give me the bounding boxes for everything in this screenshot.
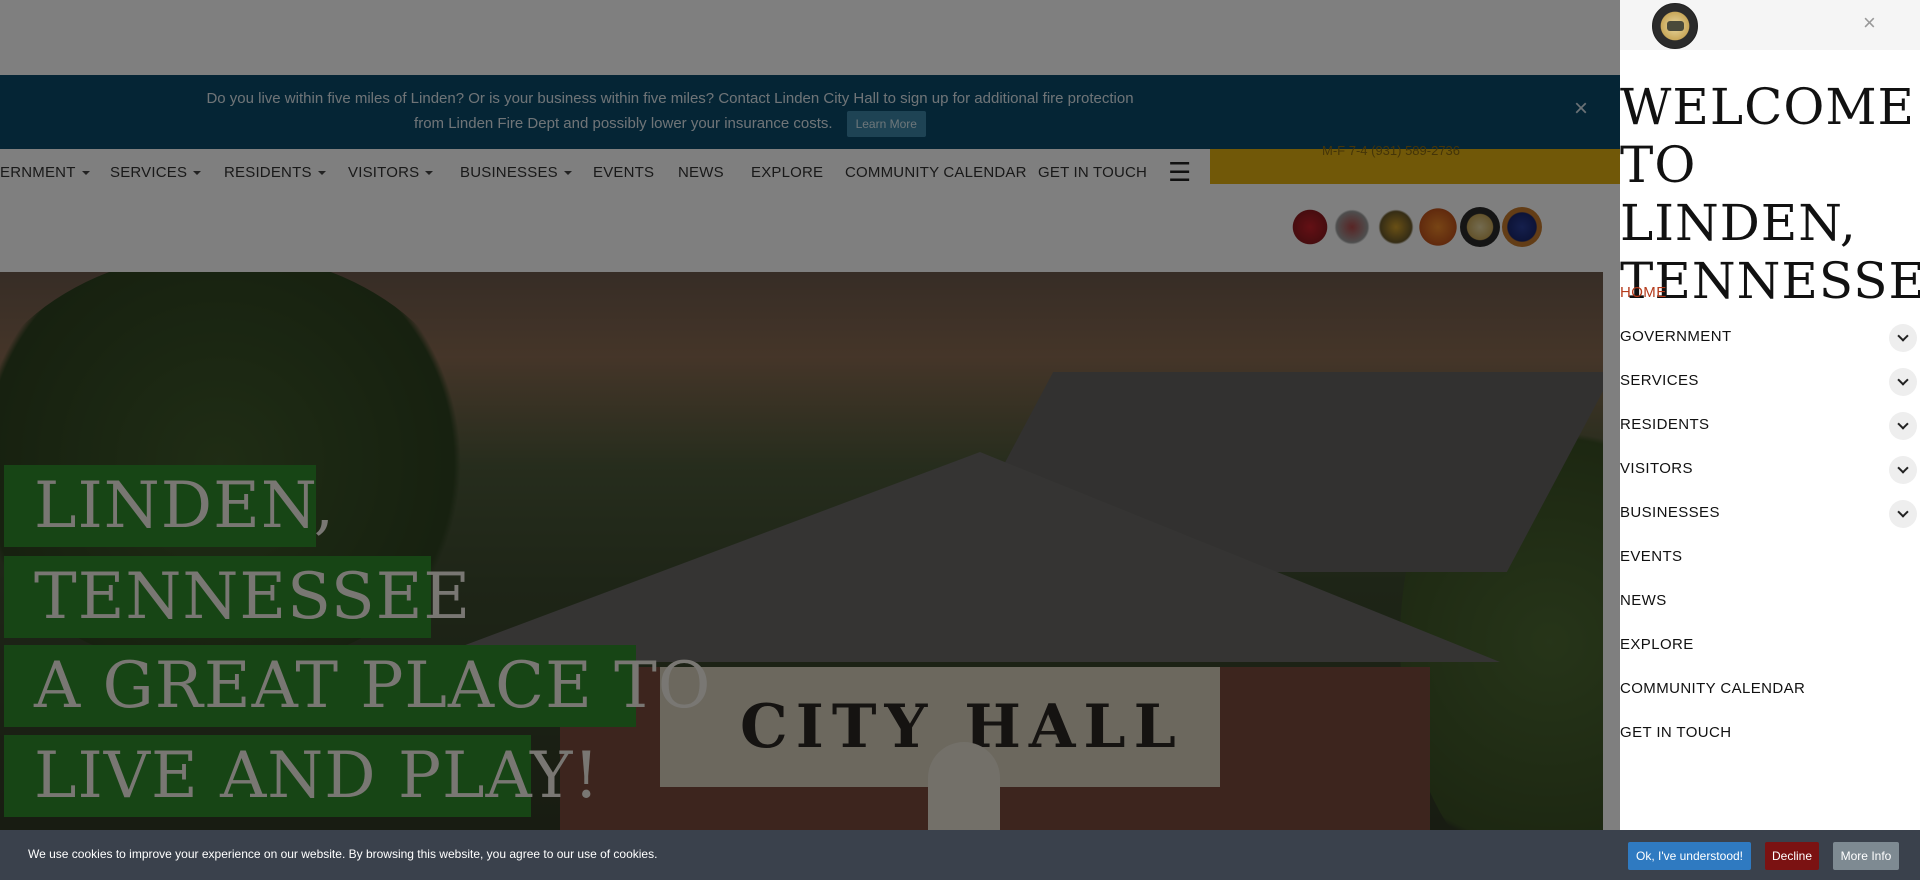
drawer-item-explore[interactable]: EXPLORE — [1620, 632, 1920, 662]
drawer-item-visitors[interactable]: VISITORS — [1620, 456, 1920, 486]
chevron-down-icon[interactable] — [1889, 368, 1917, 396]
city-seal-icon[interactable] — [1652, 3, 1698, 49]
drawer-item-services[interactable]: SERVICES — [1620, 368, 1920, 398]
side-menu-drawer: × WELCOME TO LINDEN, TENNESSEE HOME GOVE… — [1620, 0, 1920, 880]
chevron-down-icon[interactable] — [1889, 412, 1917, 440]
cookie-consent-bar: We use cookies to improve your experienc… — [0, 830, 1920, 880]
drawer-close-icon[interactable]: × — [1863, 12, 1876, 34]
drawer-item-events[interactable]: EVENTS — [1620, 544, 1920, 574]
drawer-item-news[interactable]: NEWS — [1620, 588, 1920, 618]
chevron-down-icon[interactable] — [1889, 456, 1917, 484]
chevron-down-icon[interactable] — [1889, 500, 1917, 528]
drawer-item-government[interactable]: GOVERNMENT — [1620, 324, 1920, 354]
cookie-accept-button[interactable]: Ok, I've understood! — [1628, 842, 1751, 870]
drawer-welcome-title: WELCOME TO LINDEN, TENNESSEE — [1620, 78, 1920, 310]
drawer-item-businesses[interactable]: BUSINESSES — [1620, 500, 1920, 530]
page-dim-overlay[interactable] — [0, 0, 1620, 880]
drawer-item-residents[interactable]: RESIDENTS — [1620, 412, 1920, 442]
drawer-item-community-calendar[interactable]: COMMUNITY CALENDAR — [1620, 676, 1920, 706]
cookie-message: We use cookies to improve your experienc… — [28, 847, 658, 861]
page-background: Do you live within five miles of Linden?… — [0, 0, 1620, 880]
cookie-more-info-button[interactable]: More Info — [1833, 842, 1899, 870]
drawer-item-get-in-touch[interactable]: GET IN TOUCH — [1620, 720, 1920, 750]
drawer-header: × — [1620, 0, 1920, 50]
chevron-down-icon[interactable] — [1889, 324, 1917, 352]
drawer-item-home[interactable]: HOME — [1620, 280, 1920, 310]
cookie-decline-button[interactable]: Decline — [1765, 842, 1819, 870]
